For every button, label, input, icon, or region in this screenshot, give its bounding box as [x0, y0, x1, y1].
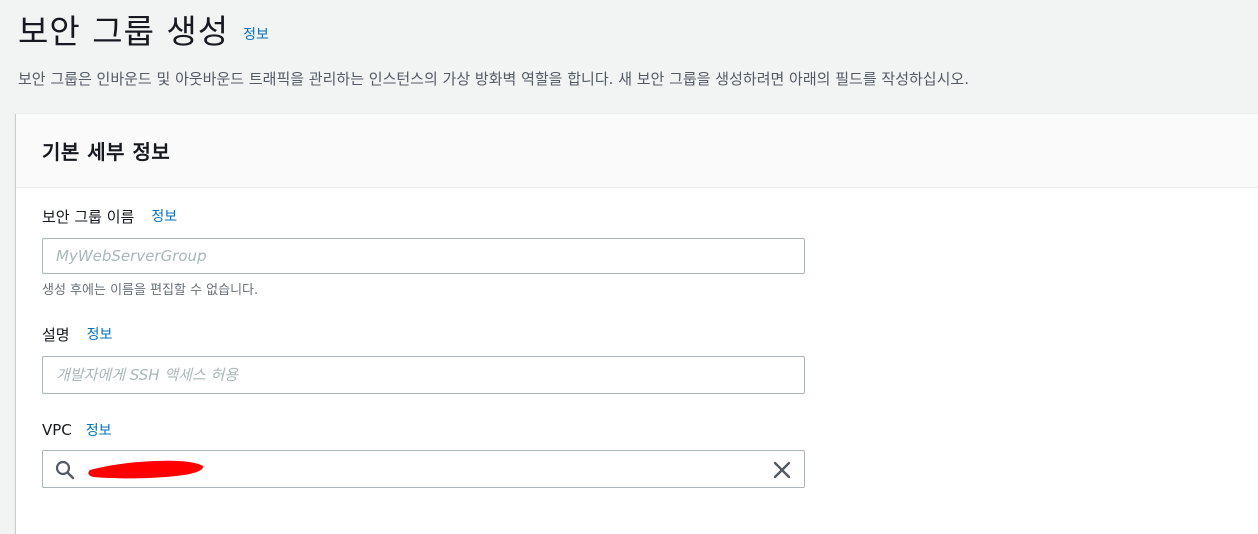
field-label-row: VPC 정보 — [42, 419, 805, 441]
security-group-name-field: 보안 그룹 이름 정보 생성 후에는 이름을 편집할 수 없습니다. — [42, 205, 805, 298]
field-label-row: 보안 그룹 이름 정보 — [42, 205, 805, 227]
panel-title: 기본 세부 정보 — [42, 140, 171, 164]
vpc-label: VPC — [42, 421, 72, 439]
security-group-name-info-link[interactable]: 정보 — [151, 206, 177, 226]
description-input[interactable] — [42, 356, 805, 394]
redaction-mark — [88, 460, 204, 479]
description-label: 설명 — [42, 325, 70, 344]
page-title: 보안 그룹 생성 — [18, 12, 230, 51]
field-label-row: 설명 정보 — [42, 323, 805, 345]
search-icon — [55, 460, 75, 480]
description-info-link[interactable]: 정보 — [87, 324, 113, 344]
panel-header: 기본 세부 정보 — [16, 114, 1258, 188]
security-group-name-input[interactable] — [42, 238, 805, 274]
page-header: 보안 그룹 생성 정보 — [18, 4, 269, 54]
close-icon[interactable] — [772, 460, 792, 480]
name-constraint-text: 생성 후에는 이름을 편집할 수 없습니다. — [42, 283, 259, 298]
basic-details-panel: 기본 세부 정보 보안 그룹 이름 정보 생성 후에는 이름을 편집할 수 없습… — [16, 113, 1258, 534]
vpc-search-select[interactable] — [42, 450, 805, 488]
vpc-field: VPC 정보 — [42, 419, 805, 488]
security-group-name-label: 보안 그룹 이름 — [42, 207, 135, 226]
page-description: 보안 그룹은 인바운드 및 아웃바운드 트래픽을 관리하는 인스턴스의 가상 방… — [18, 70, 969, 88]
vpc-info-link[interactable]: 정보 — [86, 420, 112, 440]
title-info-link[interactable]: 정보 — [243, 24, 269, 44]
description-field: 설명 정보 — [42, 323, 805, 394]
